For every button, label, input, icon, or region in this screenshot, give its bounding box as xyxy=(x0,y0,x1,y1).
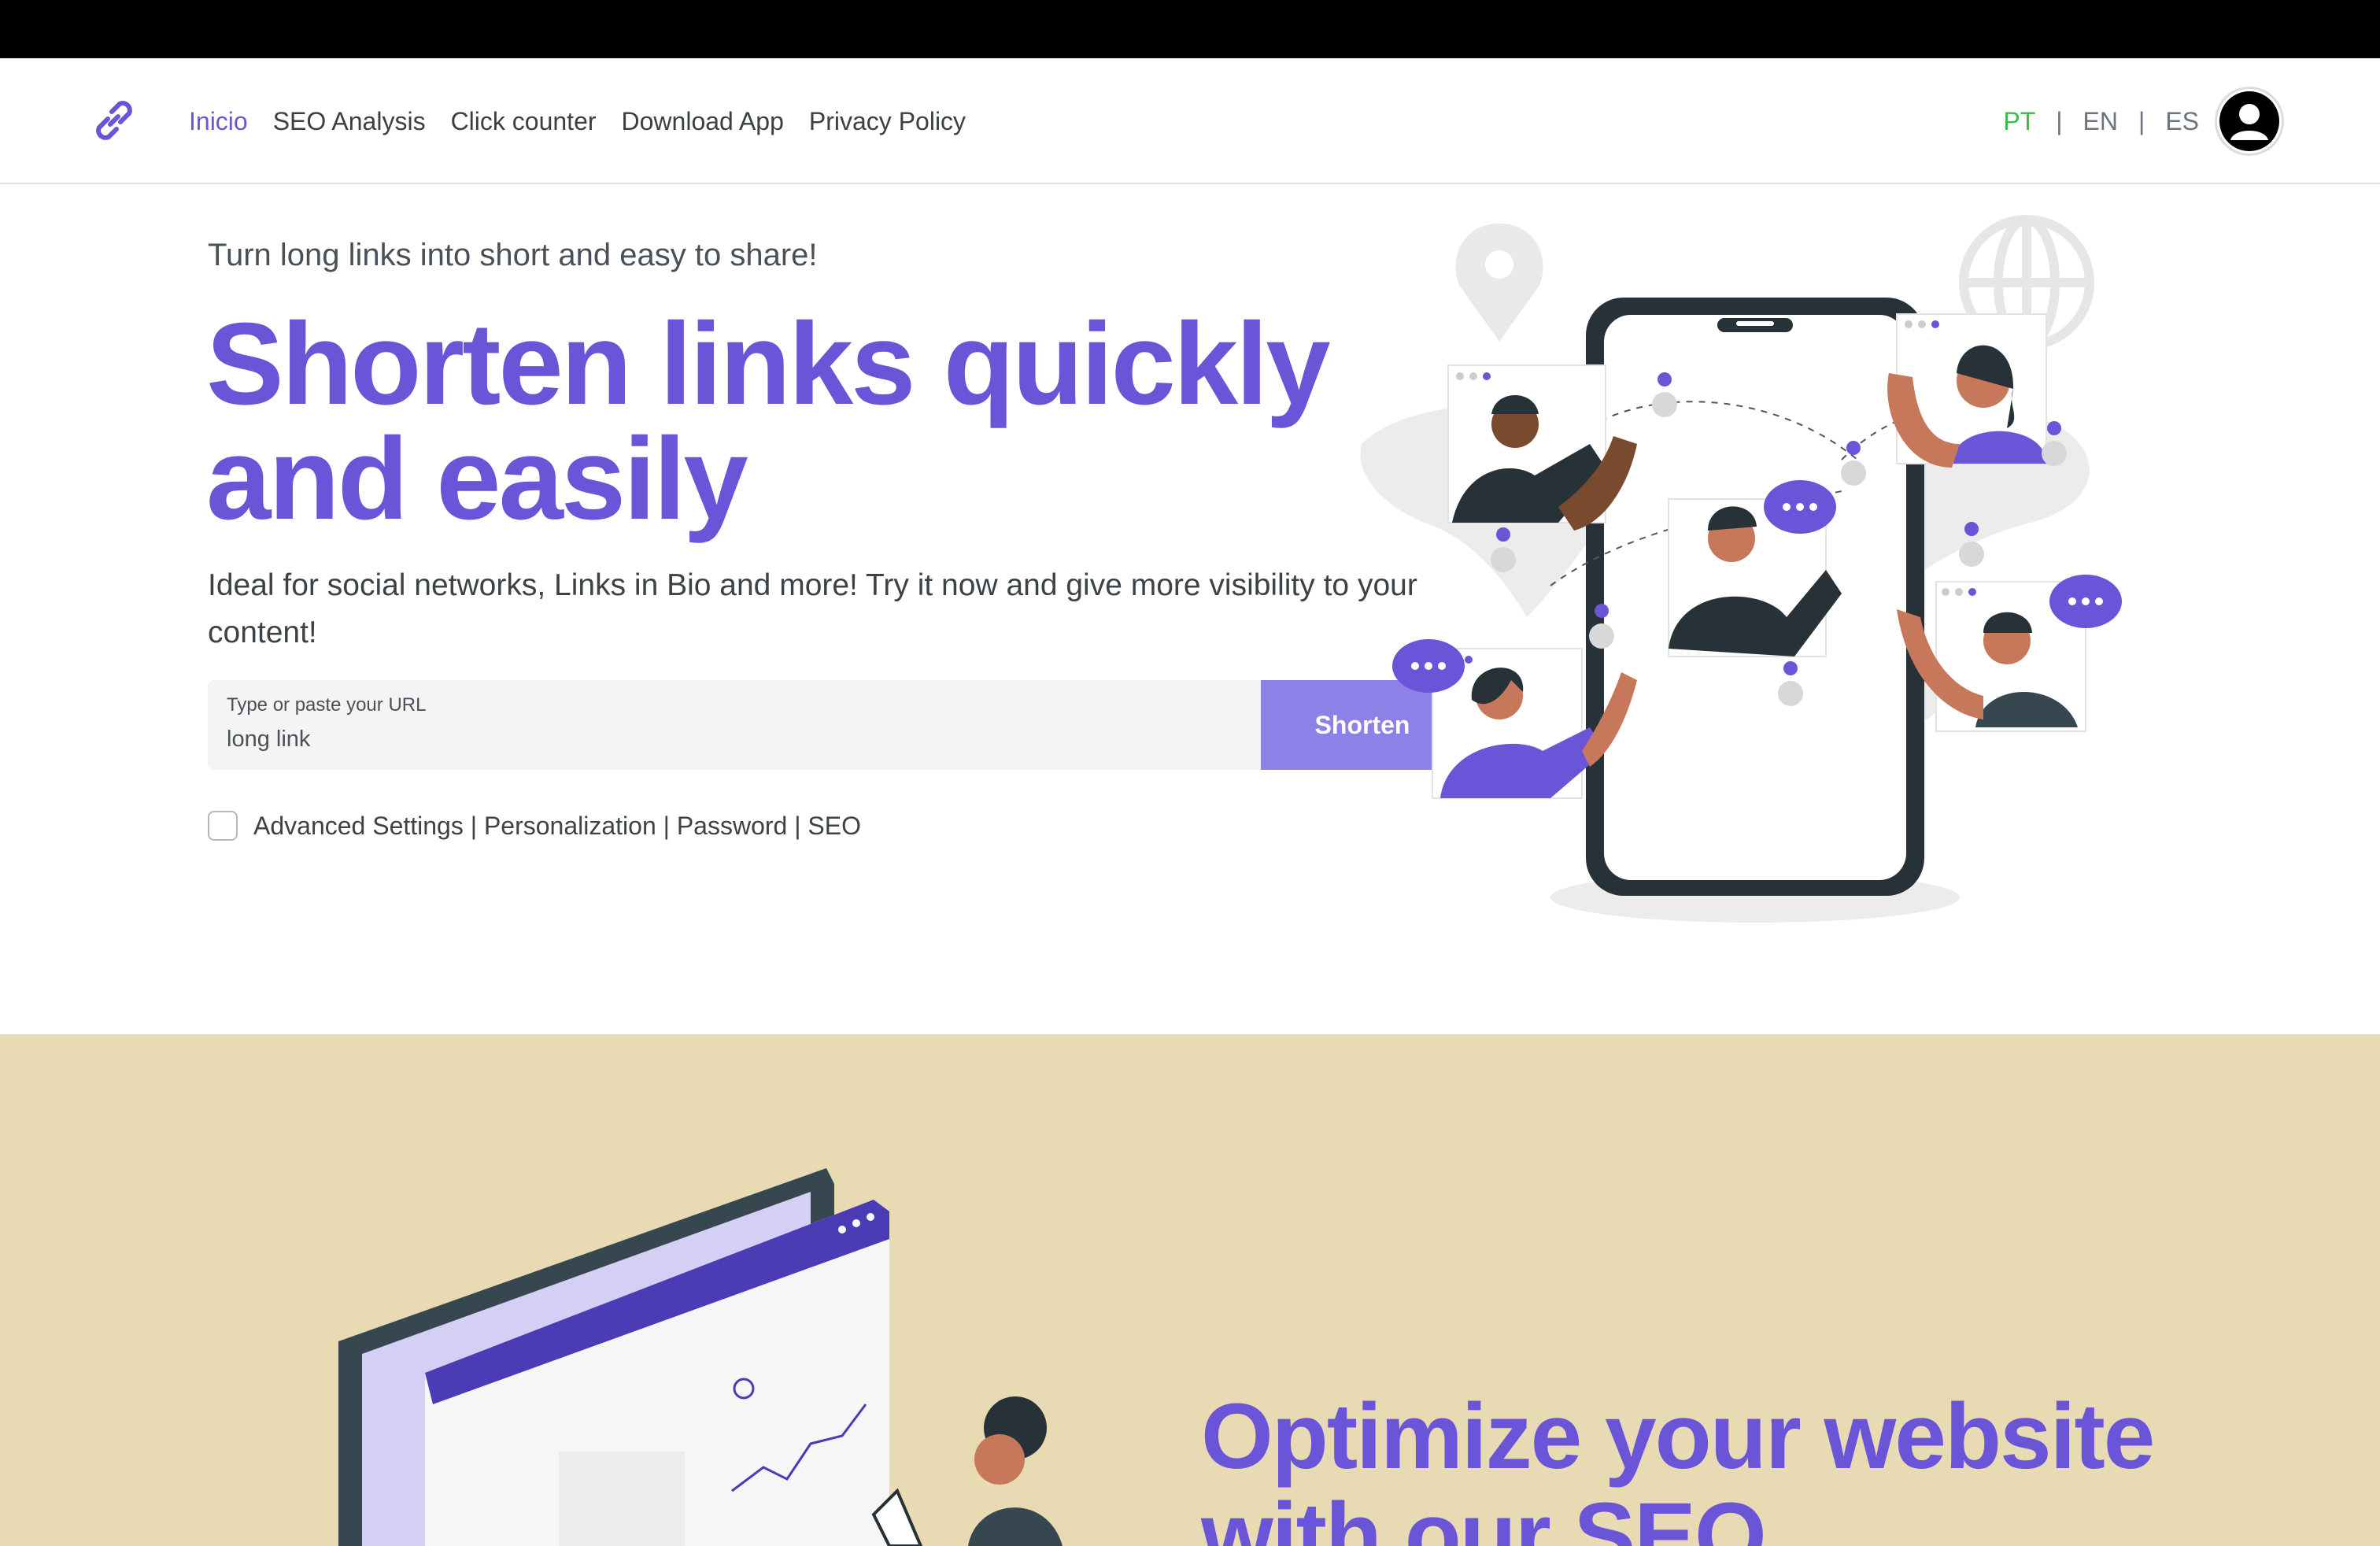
advanced-settings-checkbox[interactable] xyxy=(208,811,238,841)
navbar: Inicio SEO Analysis Click counter Downlo… xyxy=(0,58,2380,184)
social-sharing-illustration xyxy=(1360,215,2122,923)
seo-analytics-illustration xyxy=(338,1168,1062,1546)
nav-link-click-counter[interactable]: Click counter xyxy=(451,107,597,136)
nav-link-inicio[interactable]: Inicio xyxy=(189,107,248,136)
url-input[interactable] xyxy=(227,719,1234,759)
user-avatar[interactable] xyxy=(2215,87,2284,156)
url-field[interactable]: Type or paste your URL xyxy=(208,680,1261,770)
nav-link-privacy-policy[interactable]: Privacy Policy xyxy=(809,107,966,136)
language-separator: | xyxy=(2056,106,2063,135)
nav-links: Inicio SEO Analysis Click counter Downlo… xyxy=(189,58,966,184)
nav-link-seo-analysis[interactable]: SEO Analysis xyxy=(273,107,426,136)
hero-subtitle: Turn long links into short and easy to s… xyxy=(208,238,818,272)
hero-title: Shorten links quickly and easily xyxy=(206,299,1331,544)
advanced-settings-toggle[interactable]: Advanced Settings | Personalization | Pa… xyxy=(208,811,861,841)
language-switcher: PT | EN | ES xyxy=(2003,58,2199,184)
language-separator: | xyxy=(2138,106,2145,135)
window-top-bar xyxy=(0,0,2380,58)
seo-section: Optimize your website with our SEO xyxy=(0,1034,2380,1546)
url-field-label: Type or paste your URL xyxy=(227,694,427,716)
advanced-settings-label: Advanced Settings | Personalization | Pa… xyxy=(253,811,861,840)
link-logo-icon[interactable] xyxy=(87,93,142,148)
nav-link-download-app[interactable]: Download App xyxy=(622,107,784,136)
hero-description: Ideal for social networks, Links in Bio … xyxy=(208,568,1417,649)
seo-section-title: Optimize your website with our SEO xyxy=(1201,1385,2155,1546)
language-es[interactable]: ES xyxy=(2165,107,2199,136)
user-icon xyxy=(2219,91,2279,151)
language-en[interactable]: EN xyxy=(2083,107,2118,136)
language-pt[interactable]: PT xyxy=(2003,107,2035,136)
